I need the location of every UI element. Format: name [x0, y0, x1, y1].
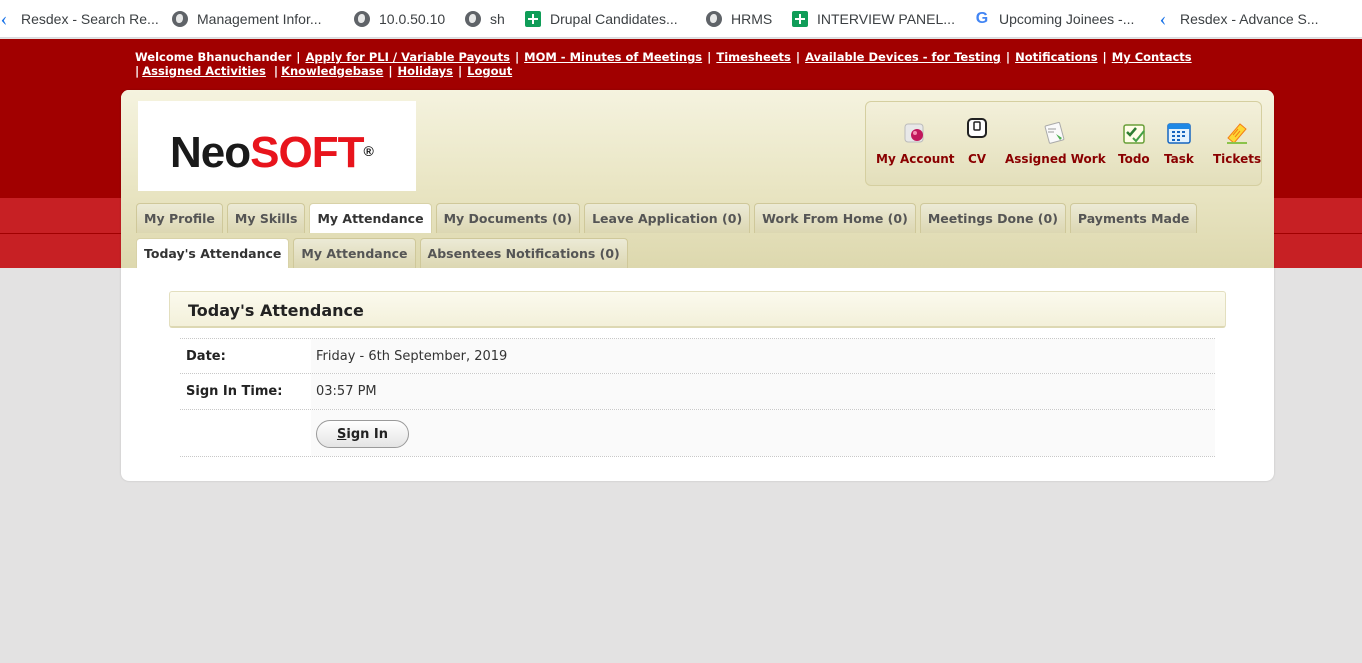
attendance-panel-header: Today's Attendance — [169, 291, 1226, 328]
quick-links-panel: My Account CV Assigned Work Todo Task Ti… — [865, 101, 1262, 186]
sheets-icon — [525, 11, 541, 27]
link-mom[interactable]: MOM - Minutes of Meetings — [524, 50, 702, 64]
bookmark-label: 10.0.50.10 — [379, 11, 446, 27]
neosoft-logo: NeoSOFT® — [138, 101, 416, 191]
date-label: Date: — [186, 349, 226, 364]
sign-in-button-accesskey: S — [336, 427, 347, 442]
resdex-icon: ‹ — [1159, 8, 1167, 30]
sign-in-button[interactable]: Sign In — [316, 420, 409, 448]
ticket-icon — [1224, 120, 1250, 146]
link-knowledgebase[interactable]: Knowledgebase — [281, 64, 383, 78]
signin-action-row: Sign In — [180, 409, 1215, 456]
account-icon — [902, 120, 928, 146]
bookmark-ip[interactable]: 10.0.50.10 — [354, 0, 446, 37]
bookmark-sh[interactable]: sh — [465, 0, 505, 37]
globe-icon — [354, 11, 370, 27]
link-notifications[interactable]: Notifications — [1015, 50, 1097, 64]
bookmark-management-info[interactable]: Management Infor... — [172, 0, 322, 37]
my-account-button[interactable]: My Account — [876, 120, 955, 166]
bookmark-label: HRMS — [731, 11, 773, 27]
main-tabs: My Profile My Skills My Attendance My Do… — [136, 203, 1201, 233]
subtab-my-attendance[interactable]: My Attendance — [293, 238, 416, 268]
todo-button[interactable]: Todo — [1118, 120, 1150, 166]
link-available-devices[interactable]: Available Devices - for Testing — [805, 50, 1001, 64]
date-row: Date: Friday - 6th September, 2019 — [180, 338, 1215, 373]
bookmark-label: Upcoming Joinees -... — [999, 11, 1135, 27]
logo-text-neo: Neo — [170, 128, 251, 177]
tab-my-profile[interactable]: My Profile — [136, 203, 223, 233]
quick-label: Assigned Work — [1005, 152, 1106, 166]
table-bottom-border — [180, 456, 1215, 457]
calendar-icon — [1166, 120, 1192, 146]
todo-icon — [1121, 120, 1147, 146]
cv-icon — [964, 116, 990, 142]
sub-tabs: Today's Attendance My Attendance Absente… — [136, 238, 632, 268]
panel-title: Today's Attendance — [188, 301, 364, 320]
tab-my-skills[interactable]: My Skills — [226, 203, 306, 233]
cv-button[interactable]: CV — [964, 118, 990, 166]
bookmark-interview-panel[interactable]: INTERVIEW PANEL... — [792, 0, 955, 37]
bookmark-upcoming-joinees[interactable]: G Upcoming Joinees -... — [974, 0, 1135, 37]
link-assigned-activities[interactable]: Assigned Activities — [142, 64, 266, 78]
portal-header: NeoSOFT® My Account CV Assigned Work Tod… — [121, 90, 1274, 268]
google-icon: G — [975, 10, 989, 27]
bookmark-label: Management Infor... — [197, 11, 322, 27]
bookmarks-bar: ‹ Resdex - Search Re... Management Infor… — [0, 0, 1362, 38]
quick-label: CV — [967, 152, 987, 166]
signin-time-label: Sign In Time: — [186, 384, 283, 399]
bookmark-label: Drupal Candidates... — [550, 11, 678, 27]
subtab-absentees-notifications[interactable]: Absentees Notifications (0) — [419, 238, 628, 268]
quick-label: Tickets — [1213, 152, 1262, 166]
link-apply-pli[interactable]: Apply for PLI / Variable Payouts — [305, 50, 509, 64]
assigned-work-button[interactable]: Assigned Work — [1005, 120, 1106, 166]
quick-label: Todo — [1118, 152, 1150, 166]
tab-work-from-home[interactable]: Work From Home (0) — [754, 203, 916, 233]
link-holidays[interactable]: Holidays — [398, 64, 453, 78]
tab-meetings-done[interactable]: Meetings Done (0) — [919, 203, 1066, 233]
bookmark-hrms[interactable]: HRMS — [706, 0, 773, 37]
task-button[interactable]: Task — [1164, 120, 1194, 166]
top-links: Welcome Bhanuchander | Apply for PLI / Var… — [135, 50, 1192, 78]
signin-time-row: Sign In Time: 03:57 PM — [180, 373, 1215, 409]
signin-time-value: 03:57 PM — [316, 384, 377, 399]
logo-text-soft: SOFT — [250, 128, 364, 177]
tab-my-documents[interactable]: My Documents (0) — [435, 203, 581, 233]
date-value: Friday - 6th September, 2019 — [316, 349, 508, 364]
bookmark-resdex-search[interactable]: ‹ Resdex - Search Re... — [0, 0, 159, 37]
link-my-contacts[interactable]: My Contacts — [1112, 50, 1192, 64]
tab-leave-application[interactable]: Leave Application (0) — [584, 203, 751, 233]
globe-icon — [465, 11, 481, 27]
quick-label: Task — [1164, 152, 1194, 166]
bookmark-label: Resdex - Advance S... — [1180, 11, 1319, 27]
tab-my-attendance[interactable]: My Attendance — [309, 203, 432, 233]
welcome-text: Welcome Bhanuchander — [135, 50, 292, 64]
main-container: NeoSOFT® My Account CV Assigned Work Tod… — [121, 90, 1274, 481]
globe-icon — [172, 11, 188, 27]
tickets-button[interactable]: Tickets — [1213, 120, 1261, 166]
quick-label: My Account — [876, 152, 955, 166]
tab-payments-made[interactable]: Payments Made — [1069, 203, 1198, 233]
bookmark-label: INTERVIEW PANEL... — [817, 11, 955, 27]
globe-icon — [706, 11, 722, 27]
link-timesheets[interactable]: Timesheets — [716, 50, 791, 64]
bookmark-label: Resdex - Search Re... — [21, 11, 159, 27]
sheets-icon — [792, 11, 808, 27]
bookmark-resdex-advance[interactable]: ‹ Resdex - Advance S... — [1155, 0, 1319, 37]
resdex-icon: ‹ — [0, 8, 8, 30]
bookmark-label: sh — [490, 11, 505, 27]
assigned-work-icon — [1042, 120, 1068, 146]
sign-in-button-label: ign In — [346, 427, 388, 442]
bookmark-drupal-candidates[interactable]: Drupal Candidates... — [525, 0, 678, 37]
logo-registered-mark: ® — [363, 143, 373, 159]
subtab-todays-attendance[interactable]: Today's Attendance — [136, 238, 290, 268]
link-logout[interactable]: Logout — [467, 64, 512, 78]
